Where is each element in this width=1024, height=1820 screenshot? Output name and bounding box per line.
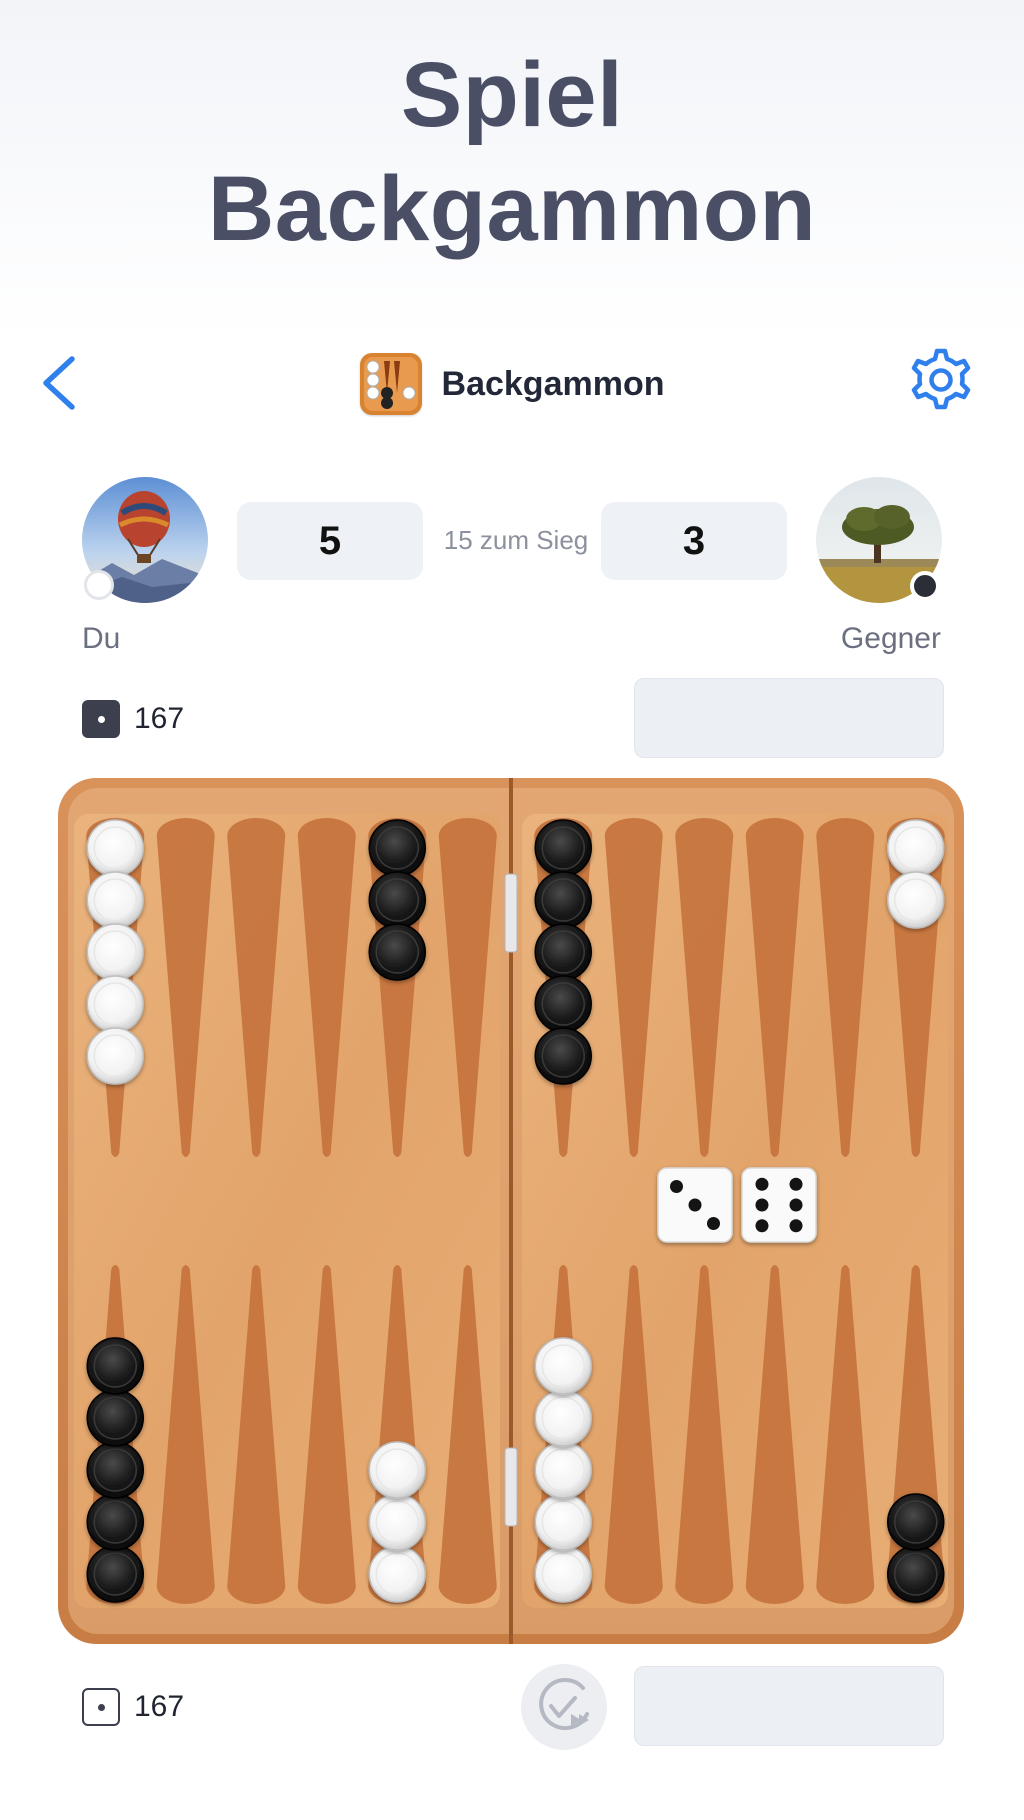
top-bar: Backgammon: [0, 345, 1024, 419]
hero-heading: Spiel Backgammon: [0, 38, 1024, 266]
hinge-icon: [504, 873, 518, 953]
die-pip: [789, 1177, 803, 1191]
black-checker[interactable]: [86, 1389, 144, 1447]
player-checker-indicator: [84, 570, 114, 600]
white-checker[interactable]: [86, 871, 144, 929]
die-pip: [789, 1198, 803, 1212]
white-checker[interactable]: [534, 1441, 592, 1499]
backgammon-app-icon: [359, 353, 422, 415]
white-checker[interactable]: [86, 923, 144, 981]
black-checker[interactable]: [368, 819, 426, 877]
black-checker[interactable]: [534, 923, 592, 981]
white-checker[interactable]: [887, 871, 945, 929]
opponent-message-box: [634, 678, 944, 758]
player-score: 5: [237, 502, 423, 580]
white-checker[interactable]: [368, 1545, 426, 1603]
settings-button[interactable]: [906, 345, 976, 415]
die-pip: [670, 1180, 683, 1193]
black-checker[interactable]: [887, 1545, 945, 1603]
backgammon-board: [58, 778, 964, 1644]
hero-line-2: Backgammon: [207, 158, 817, 260]
target-score-label: 15 zum Sieg: [443, 525, 589, 555]
hero-line-1: Spiel: [400, 44, 624, 146]
white-checker[interactable]: [534, 1389, 592, 1447]
black-checker[interactable]: [534, 871, 592, 929]
player-pip-value: 167: [134, 1690, 185, 1723]
player-name: Du: [82, 622, 121, 655]
die-pip: [755, 1177, 769, 1191]
player-message-box: [634, 1666, 944, 1746]
confirm-move-button[interactable]: [521, 1664, 607, 1750]
hinge-icon: [504, 1447, 518, 1527]
opponent-name: Gegner: [840, 622, 941, 655]
die-pip: [755, 1219, 769, 1233]
white-checker[interactable]: [887, 819, 945, 877]
gear-icon: [911, 348, 971, 410]
black-checker[interactable]: [86, 1545, 144, 1603]
die[interactable]: [741, 1167, 817, 1243]
black-checker[interactable]: [86, 1441, 144, 1499]
opponent-pip-count: 167: [82, 700, 184, 738]
opponent-score: 3: [601, 502, 787, 580]
check-forward-icon: [539, 1678, 589, 1731]
black-checker[interactable]: [887, 1493, 945, 1551]
black-checker[interactable]: [86, 1493, 144, 1551]
white-checker[interactable]: [534, 1337, 592, 1395]
white-checker[interactable]: [86, 819, 144, 877]
die-pip: [755, 1198, 769, 1212]
opponent-checker-indicator: [910, 571, 940, 601]
app-title-group: Backgammon: [0, 353, 1024, 415]
opponent-pip-value: 167: [134, 702, 185, 735]
black-checker[interactable]: [86, 1337, 144, 1395]
die-pip: [789, 1219, 803, 1233]
player-pip-count: 167: [82, 1688, 184, 1726]
black-checker[interactable]: [534, 819, 592, 877]
black-checker[interactable]: [368, 871, 426, 929]
white-checker[interactable]: [368, 1493, 426, 1551]
die-icon: [82, 1688, 120, 1726]
black-checker[interactable]: [534, 975, 592, 1033]
app-title: Backgammon: [441, 364, 665, 403]
die-pip: [688, 1198, 702, 1212]
die-pip: [707, 1217, 720, 1230]
white-checker[interactable]: [368, 1441, 426, 1499]
right-half: [522, 814, 948, 1608]
black-checker[interactable]: [368, 923, 426, 981]
white-checker[interactable]: [534, 1493, 592, 1551]
white-checker[interactable]: [86, 1027, 144, 1085]
die-icon: [82, 700, 120, 738]
black-checker[interactable]: [534, 1027, 592, 1085]
left-half: [74, 814, 500, 1608]
white-checker[interactable]: [86, 975, 144, 1033]
white-checker[interactable]: [534, 1545, 592, 1603]
